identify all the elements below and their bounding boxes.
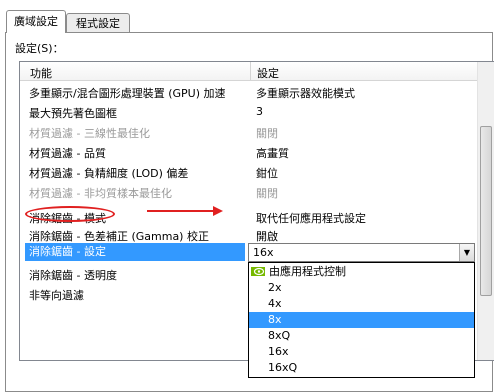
- column-divider[interactable]: [250, 62, 251, 80]
- table-row[interactable]: 材質過濾 - 負精細度 (LOD) 偏差 鉗位: [20, 162, 478, 181]
- scrollbar-thumb[interactable]: [480, 126, 492, 296]
- row-value: 開啟: [256, 230, 278, 243]
- column-feature-header[interactable]: 功能: [30, 65, 52, 81]
- row-feature: 消除鋸齒 - 透明度: [29, 269, 117, 282]
- option-8x[interactable]: 8x: [249, 312, 474, 328]
- option-8xq[interactable]: 8xQ: [249, 328, 474, 344]
- antialiasing-setting-combobox[interactable]: 16x ▼: [248, 243, 475, 262]
- option-label: 由應用程式控制: [269, 265, 346, 278]
- dropdown-arrow-icon[interactable]: ▼: [459, 244, 474, 261]
- option-2x[interactable]: 2x: [249, 280, 474, 296]
- tab-program-settings-label: 程式設定: [76, 17, 120, 30]
- option-label: 16xQ: [268, 361, 298, 374]
- row-feature: 最大預先著色圖框: [29, 107, 117, 120]
- tab-program-settings[interactable]: 程式設定: [66, 13, 130, 33]
- table-row[interactable]: 材質過濾 - 非均質樣本最佳化 關閉: [20, 182, 478, 201]
- option-label: 2x: [268, 281, 282, 294]
- table-row[interactable]: 材質過濾 - 三線性最佳化 關閉: [20, 122, 478, 141]
- settings-label: 設定(S)：: [15, 42, 64, 55]
- option-application-controlled[interactable]: 由應用程式控制: [249, 264, 474, 280]
- row-value: 高畫質: [256, 147, 289, 160]
- column-setting-header[interactable]: 設定: [257, 65, 279, 81]
- row-value: 關閉: [256, 127, 278, 140]
- vertical-scrollbar[interactable]: [477, 62, 494, 360]
- option-label: 8x: [268, 313, 282, 326]
- row-feature: 多重顯示/混合圖形處理裝置 (GPU) 加速: [29, 87, 226, 100]
- tab-bar: 程式設定 廣域設定: [0, 0, 495, 36]
- row-value: 鉗位: [256, 167, 278, 180]
- annotation-circle: [25, 206, 115, 222]
- table-row[interactable]: 消除鋸齒 - 色差補正 (Gamma) 校正 開啟: [20, 225, 478, 244]
- tab-global-settings[interactable]: 廣域設定: [6, 10, 66, 33]
- list-header: 功能 設定: [20, 62, 478, 81]
- combobox-value: 16x: [253, 246, 274, 259]
- table-row[interactable]: 材質過濾 - 品質 高畫質: [20, 142, 478, 161]
- option-4x[interactable]: 4x: [249, 296, 474, 312]
- row-feature: 材質過濾 - 負精細度 (LOD) 偏差: [29, 167, 189, 180]
- option-label: 8xQ: [268, 329, 291, 342]
- row-value: 取代任何應用程式設定: [256, 212, 366, 225]
- row-feature: 消除鋸齒 - 設定: [25, 243, 245, 261]
- option-label: 4x: [268, 297, 282, 310]
- row-feature: 消除鋸齒 - 色差補正 (Gamma) 校正: [29, 230, 209, 243]
- row-value: 3: [256, 105, 263, 118]
- option-label: 16x: [268, 345, 289, 358]
- row-feature: 材質過濾 - 品質: [29, 147, 106, 160]
- row-value: 關閉: [256, 187, 278, 200]
- option-16x[interactable]: 16x: [249, 344, 474, 360]
- option-16xq[interactable]: 16xQ: [249, 360, 474, 376]
- table-row[interactable]: 多重顯示/混合圖形處理裝置 (GPU) 加速 多重顯示器效能模式: [20, 82, 478, 101]
- row-feature: 材質過濾 - 非均質樣本最佳化: [29, 187, 172, 200]
- row-feature: 非等向過濾: [29, 289, 84, 302]
- row-value: 多重顯示器效能模式: [256, 87, 355, 100]
- annotation-arrow-icon: [147, 206, 223, 216]
- tab-global-settings-label: 廣域設定: [14, 15, 58, 28]
- table-row[interactable]: 最大預先著色圖框 3: [20, 102, 478, 121]
- antialiasing-options-list: 由應用程式控制 2x 4x 8x 8xQ 16x 16xQ: [248, 262, 475, 378]
- row-feature: 材質過濾 - 三線性最佳化: [29, 127, 150, 140]
- nvidia-logo-icon: [251, 267, 265, 276]
